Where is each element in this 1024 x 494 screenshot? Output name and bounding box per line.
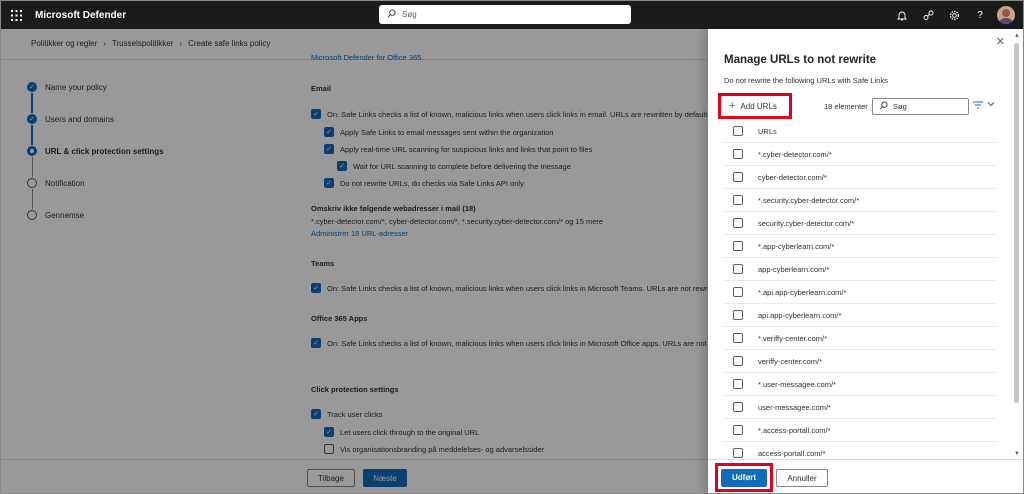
url-cell: *.api.app-cyberlearn.com/*: [758, 287, 847, 297]
chevron-down-icon[interactable]: [987, 100, 995, 109]
filter-icon[interactable]: [973, 101, 983, 111]
scroll-down-arrow-icon[interactable]: ▼: [1014, 451, 1020, 457]
scrollbar-thumb[interactable]: [1014, 43, 1019, 403]
url-cell: *.veriffy-center.com/*: [758, 333, 828, 343]
add-urls-button[interactable]: + Add URLs: [718, 93, 792, 119]
manage-urls-panel: ✕ Manage URLs to not rewrite Do not rewr…: [708, 29, 1023, 493]
table-row[interactable]: cyber-detector.com/*: [724, 166, 996, 189]
row-checkbox[interactable]: [733, 402, 743, 412]
row-checkbox[interactable]: [733, 149, 743, 159]
row-checkbox[interactable]: [733, 195, 743, 205]
plus-icon: +: [729, 99, 736, 112]
search-placeholder: Søg: [893, 102, 907, 111]
table-row[interactable]: api.app-cyberlearn.com/*: [724, 304, 996, 327]
row-checkbox[interactable]: [733, 356, 743, 366]
item-count: 18 elementer: [824, 102, 868, 111]
table-row[interactable]: *.cyber-detector.com/*: [724, 143, 996, 166]
bell-icon[interactable]: [889, 1, 915, 29]
panel-subtitle: Do not rewrite the following URLs with S…: [724, 76, 888, 85]
table-row[interactable]: user-messagee.com/*: [724, 396, 996, 419]
panel-search-input[interactable]: Søg: [872, 98, 969, 115]
url-cell: veriffy-center.com/*: [758, 356, 823, 366]
url-cell: api.app-cyberlearn.com/*: [758, 310, 842, 320]
url-cell: cyber-detector.com/*: [758, 172, 827, 182]
url-cell: security.cyber-detector.com/*: [758, 218, 855, 228]
row-checkbox[interactable]: [733, 287, 743, 297]
url-cell: *.access-portall.com/*: [758, 425, 831, 435]
gear-icon[interactable]: [941, 1, 967, 29]
app-title[interactable]: Microsoft Defender: [35, 10, 126, 21]
table-row[interactable]: *.veriffy-center.com/*: [724, 327, 996, 350]
done-button-highlight: Udført: [715, 463, 773, 492]
search-placeholder: Søg: [402, 10, 417, 19]
panel-title: Manage URLs to not rewrite: [724, 54, 877, 66]
row-checkbox[interactable]: [733, 241, 743, 251]
table-row[interactable]: security.cyber-detector.com/*: [724, 212, 996, 235]
url-cell: access-portall.com/*: [758, 448, 826, 458]
done-button[interactable]: Udført: [721, 468, 767, 487]
close-icon[interactable]: ✕: [996, 35, 1005, 48]
table-row[interactable]: *.security.cyber-detector.com/*: [724, 189, 996, 212]
top-bar-actions: ?: [889, 1, 1015, 29]
add-urls-label: Add URLs: [740, 101, 777, 111]
table-row[interactable]: *.api.app-cyberlearn.com/*: [724, 281, 996, 304]
url-cell: *.security.cyber-detector.com/*: [758, 195, 860, 205]
table-header: URLs: [724, 120, 996, 143]
column-header-urls[interactable]: URLs: [758, 127, 777, 136]
row-checkbox[interactable]: [733, 264, 743, 274]
panel-footer: Udført Annuller: [708, 459, 1023, 493]
urls-table: URLs *.cyber-detector.com/* cyber-detect…: [724, 120, 996, 465]
row-checkbox[interactable]: [733, 333, 743, 343]
app-window: Microsoft Defender Søg ? Politikker og r…: [0, 0, 1024, 494]
table-row[interactable]: *.access-portall.com/*: [724, 419, 996, 442]
cancel-button[interactable]: Annuller: [776, 469, 828, 487]
avatar[interactable]: [997, 6, 1015, 24]
select-all-checkbox[interactable]: [733, 126, 743, 136]
table-row[interactable]: *.user-messagee.com/*: [724, 373, 996, 396]
url-cell: *.user-messagee.com/*: [758, 379, 836, 389]
url-cell: *.cyber-detector.com/*: [758, 149, 832, 159]
table-row[interactable]: veriffy-center.com/*: [724, 350, 996, 373]
app-launcher-icon[interactable]: [1, 1, 31, 29]
table-row[interactable]: app-cyberlearn.com/*: [724, 258, 996, 281]
global-search-input[interactable]: Søg: [379, 5, 631, 24]
modal-overlay[interactable]: [1, 29, 708, 493]
search-icon: [387, 9, 396, 20]
scroll-up-arrow-icon[interactable]: ▲: [1014, 33, 1020, 39]
url-cell: user-messagee.com/*: [758, 402, 831, 412]
search-icon: [879, 101, 888, 112]
row-checkbox[interactable]: [733, 448, 743, 458]
help-icon[interactable]: ?: [967, 1, 993, 29]
url-cell: app-cyberlearn.com/*: [758, 264, 830, 274]
row-checkbox[interactable]: [733, 425, 743, 435]
row-checkbox[interactable]: [733, 218, 743, 228]
row-checkbox[interactable]: [733, 172, 743, 182]
row-checkbox[interactable]: [733, 379, 743, 389]
table-row[interactable]: *.app-cyberlearn.com/*: [724, 235, 996, 258]
url-cell: *.app-cyberlearn.com/*: [758, 241, 835, 251]
share-icon[interactable]: [915, 1, 941, 29]
row-checkbox[interactable]: [733, 310, 743, 320]
top-bar: Microsoft Defender Søg ?: [1, 1, 1023, 29]
